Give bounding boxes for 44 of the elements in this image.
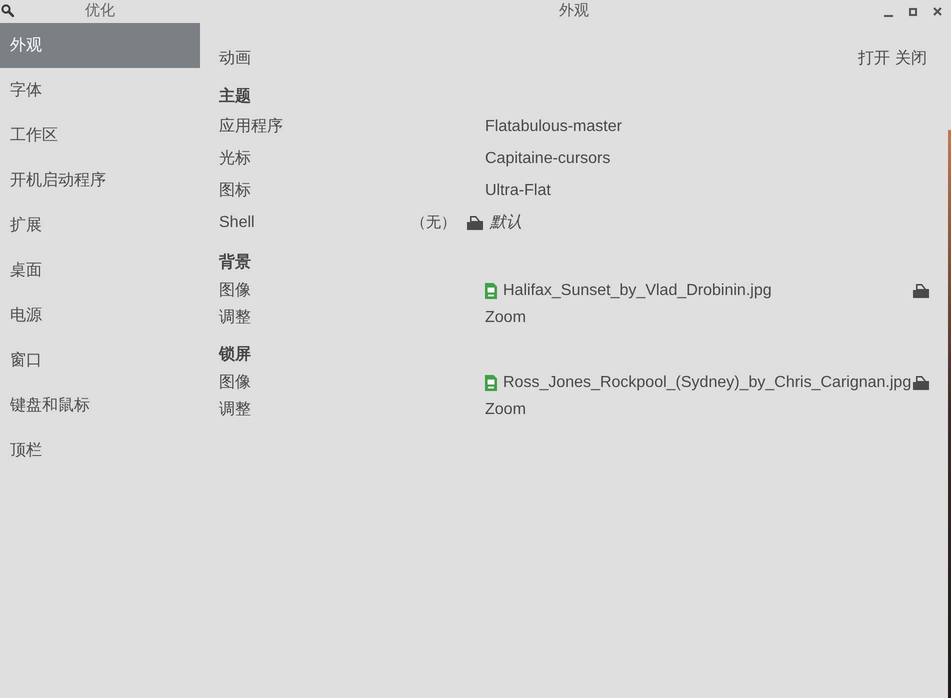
close-icon[interactable] — [933, 7, 942, 16]
file-chooser-button[interactable]: Halifax_Sunset_by_Vlad_Drobinin.jpg — [485, 278, 772, 302]
option-text-button[interactable]: 关闭 — [895, 47, 927, 71]
setting-label: 图像 — [219, 372, 251, 392]
maximize-icon[interactable] — [909, 8, 917, 16]
file-chooser-button[interactable]: 默认 — [467, 211, 522, 235]
sidebar-item[interactable]: 桌面 — [0, 248, 200, 293]
sidebar-item[interactable]: 外观 — [0, 23, 200, 68]
setting-value[interactable]: Ultra-Flat — [485, 179, 551, 203]
image-file-icon — [485, 374, 497, 390]
setting-value[interactable]: Flatabulous-master — [485, 115, 622, 139]
folder-icon[interactable] — [913, 284, 929, 298]
sidebar-item[interactable]: 开机启动程序 — [0, 158, 200, 203]
setting-label: 图标 — [219, 181, 251, 201]
setting-label: 调整 — [219, 400, 251, 420]
image-file-icon — [485, 282, 497, 298]
minimize-icon[interactable] — [884, 14, 893, 16]
file-chooser-button[interactable]: Ross_Jones_Rockpool_(Sydney)_by_Chris_Carignan.jpg — [485, 370, 912, 394]
setting-value[interactable]: Capitaine-cursors — [485, 147, 610, 171]
sidebar-item[interactable]: 电源 — [0, 293, 200, 338]
section-heading: 背景 — [219, 252, 251, 273]
sidebar-item[interactable]: 键盘和鼠标 — [0, 383, 200, 428]
sidebar-item[interactable]: 窗口 — [0, 338, 200, 383]
setting-label: 调整 — [219, 308, 251, 328]
sidebar-item[interactable]: 顶栏 — [0, 428, 200, 473]
sidebar-item[interactable]: 字体 — [0, 68, 200, 113]
folder-icon — [467, 216, 483, 230]
section-heading: 锁屏 — [219, 345, 251, 365]
option-text-button[interactable]: 打开 — [858, 47, 890, 71]
app-title: 优化 — [85, 1, 115, 22]
shell-status-note: （无） — [411, 212, 457, 233]
section-heading: 主题 — [219, 86, 251, 107]
setting-label: 图像 — [219, 280, 251, 300]
page-title: 外观 — [559, 1, 589, 22]
setting-value[interactable]: Zoom — [485, 306, 526, 330]
sidebar-item[interactable]: 工作区 — [0, 113, 200, 158]
animation-label: 动画 — [219, 49, 251, 69]
setting-value[interactable]: Zoom — [485, 398, 526, 422]
search-icon[interactable] — [1, 4, 14, 17]
setting-label: 光标 — [219, 148, 251, 169]
sidebar-item[interactable]: 扩展 — [0, 203, 200, 248]
folder-icon[interactable] — [913, 376, 929, 390]
setting-label: Shell — [219, 213, 255, 233]
setting-label: 应用程序 — [219, 116, 283, 137]
